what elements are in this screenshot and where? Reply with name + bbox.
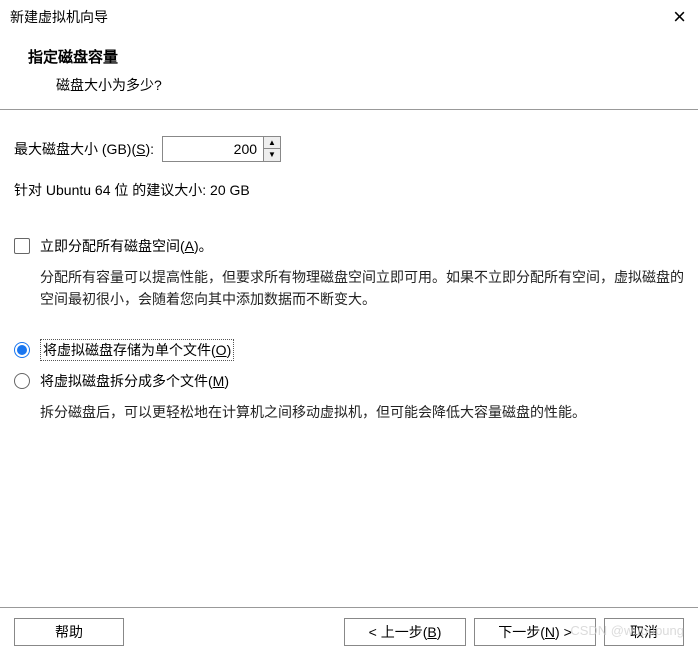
next-button[interactable]: 下一步(N) >	[474, 618, 596, 646]
recommended-size-label: 针对 Ubuntu 64 位 的建议大小: 20 GB	[14, 180, 684, 200]
disk-size-input[interactable]	[163, 137, 263, 161]
cancel-button[interactable]: 取消	[604, 618, 684, 646]
window-title: 新建虚拟机向导	[10, 7, 108, 27]
store-split-label: 将虚拟磁盘拆分成多个文件(M)	[40, 371, 229, 391]
button-bar: 帮助 < 上一步(B) 下一步(N) > 取消	[0, 607, 698, 646]
store-split-radio[interactable]: 将虚拟磁盘拆分成多个文件(M)	[14, 371, 684, 391]
close-icon[interactable]: ×	[673, 6, 686, 28]
disk-size-spinner[interactable]: ▲ ▼	[162, 136, 281, 162]
allocate-now-description: 分配所有容量可以提高性能，但要求所有物理磁盘空间立即可用。如果不立即分配所有空间…	[40, 266, 684, 311]
help-button[interactable]: 帮助	[14, 618, 124, 646]
radio-unselected-icon[interactable]	[14, 373, 30, 389]
allocate-now-label: 立即分配所有磁盘空间(A)。	[40, 236, 213, 256]
allocate-now-checkbox[interactable]: 立即分配所有磁盘空间(A)。	[14, 236, 684, 256]
spinner-down-icon[interactable]: ▼	[264, 149, 280, 161]
store-single-radio[interactable]: 将虚拟磁盘存储为单个文件(O)	[14, 339, 684, 361]
disk-size-label: 最大磁盘大小 (GB)(S):	[14, 139, 154, 159]
wizard-content: 最大磁盘大小 (GB)(S): ▲ ▼ 针对 Ubuntu 64 位 的建议大小…	[0, 110, 698, 423]
title-bar: 新建虚拟机向导 ×	[0, 0, 698, 34]
radio-selected-icon[interactable]	[14, 342, 30, 358]
store-split-description: 拆分磁盘后，可以更轻松地在计算机之间移动虚拟机，但可能会降低大容量磁盘的性能。	[40, 401, 684, 423]
checkbox-icon[interactable]	[14, 238, 30, 254]
back-button[interactable]: < 上一步(B)	[344, 618, 466, 646]
spinner-buttons: ▲ ▼	[263, 137, 280, 161]
wizard-header: 指定磁盘容量 磁盘大小为多少?	[0, 34, 698, 110]
spinner-up-icon[interactable]: ▲	[264, 137, 280, 149]
page-title: 指定磁盘容量	[28, 46, 678, 67]
disk-size-row: 最大磁盘大小 (GB)(S): ▲ ▼	[14, 136, 684, 162]
store-single-label: 将虚拟磁盘存储为单个文件(O)	[40, 339, 234, 361]
page-subtitle: 磁盘大小为多少?	[56, 75, 678, 95]
